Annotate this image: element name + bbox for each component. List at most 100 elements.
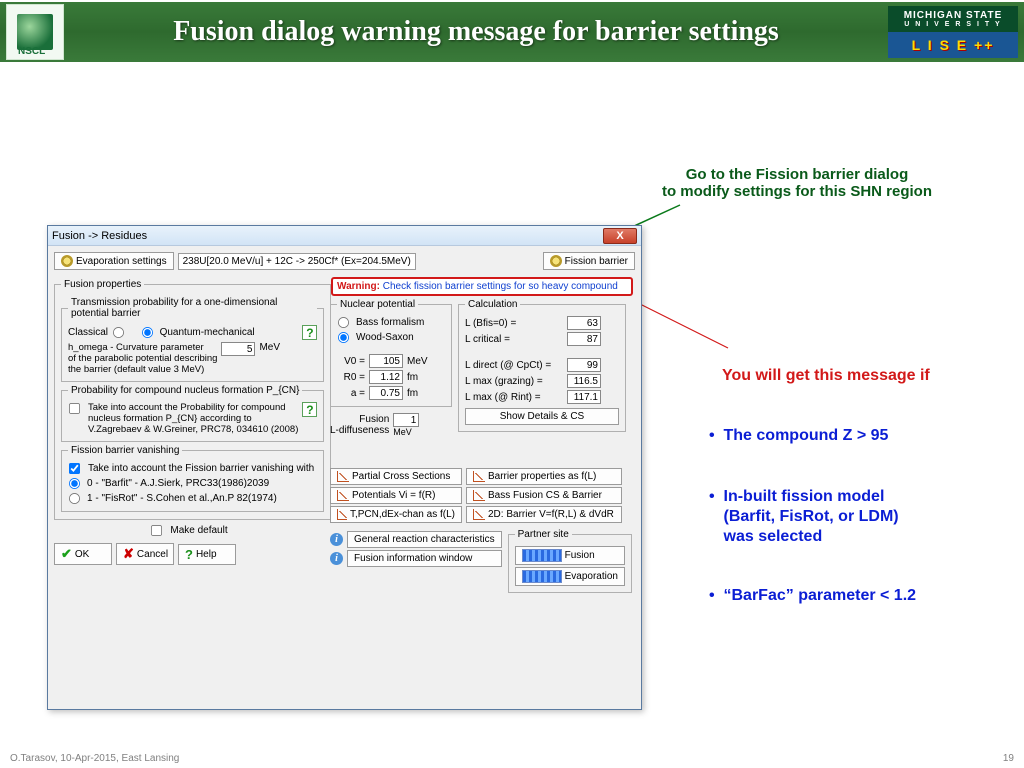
homega-l3: the barrier (default value 3 MeV)	[68, 364, 217, 375]
ldiff-input[interactable]: 1	[393, 413, 419, 427]
check-icon: ✔	[61, 546, 72, 562]
help-icon[interactable]: ?	[302, 402, 317, 417]
calculation-group: Calculation L (Bfis=0) =63 L critical =8…	[458, 299, 626, 432]
homega-l2: of the parabolic potential describing	[68, 353, 217, 364]
bullet-2: • In-built fission model • (Barfit, FisR…	[709, 487, 899, 547]
help-icon[interactable]: ?	[302, 325, 317, 340]
twod-label: 2D: Barrier V=f(R,L) & dVdR	[488, 509, 614, 520]
nscl-mark-icon	[17, 14, 53, 50]
tpcn-label: T,PCN,dEx-chan as f(L)	[350, 509, 455, 520]
ws-label: Wood-Saxon	[356, 332, 414, 343]
fbv-legend: Fission barrier vanishing	[68, 445, 182, 456]
gear-icon	[550, 255, 562, 267]
homega-l1: h_omega - Curvature parameter	[68, 342, 217, 353]
general-reaction-button[interactable]: General reaction characteristics	[347, 531, 502, 548]
show-details-button[interactable]: Show Details & CS	[465, 408, 619, 425]
stripe-icon	[522, 549, 562, 562]
partner-legend: Partner site	[515, 529, 572, 540]
v0-label: V0 =	[337, 356, 365, 367]
nscl-logo: NSCL	[6, 4, 64, 60]
evaporation-settings-button[interactable]: Evaporation settings	[54, 252, 174, 270]
pcn-checkbox[interactable]	[69, 403, 80, 414]
homega-input[interactable]: 5	[221, 342, 255, 356]
partner-fusion-label: Fusion	[565, 550, 595, 561]
classical-label: Classical	[68, 327, 108, 338]
info-icon: i	[330, 552, 343, 565]
fm-unit: fm	[407, 388, 418, 399]
fbv-opt1-label: 1 - "FisRot" - S.Cohen et al.,An.P 82(19…	[87, 493, 277, 504]
cancel-button[interactable]: ✘Cancel	[116, 543, 174, 565]
fbv-opt0-label: 0 - "Barfit" - A.J.Sierk, PRC33(1986)203…	[87, 478, 269, 489]
lcrit-label: L critical =	[465, 334, 563, 345]
r0-input[interactable]: 1.12	[369, 370, 403, 384]
cancel-label: Cancel	[137, 549, 168, 560]
partner-evaporation-button[interactable]: Evaporation	[515, 567, 625, 586]
nscl-text: NSCL	[18, 46, 45, 57]
question-icon: ?	[185, 547, 193, 562]
slide-title: Fusion dialog warning message for barrie…	[64, 16, 888, 48]
bullet-dot-icon: •	[709, 488, 724, 505]
lgraz-label: L max (grazing) =	[465, 376, 563, 387]
ws-radio[interactable]	[338, 332, 349, 343]
lbfis-value: 63	[567, 316, 601, 330]
fbv-opt0-radio[interactable]	[69, 478, 80, 489]
v0-input[interactable]: 105	[369, 354, 403, 368]
fbv-chk-label: Take into account the Fission barrier va…	[88, 463, 314, 474]
close-button[interactable]: X	[603, 228, 637, 244]
bass-fusion-button[interactable]: Bass Fusion CS & Barrier	[466, 487, 622, 504]
potentials-button[interactable]: Potentials Vi = f(R)	[330, 487, 462, 504]
bass-radio[interactable]	[338, 317, 349, 328]
2d-barrier-button[interactable]: 2D: Barrier V=f(R,L) & dVdR	[466, 506, 622, 523]
footer-left: O.Tarasov, 10-Apr-2015, East Lansing	[10, 753, 179, 764]
close-icon: ✘	[123, 546, 134, 562]
a-label: a =	[337, 388, 365, 399]
transmission-probability-group: Transmission probability for a one-dimen…	[61, 297, 324, 382]
potentials-label: Potentials Vi = f(R)	[352, 490, 435, 501]
gear-icon	[61, 255, 73, 267]
classical-radio[interactable]	[113, 327, 124, 338]
bassfus-label: Bass Fusion CS & Barrier	[488, 490, 602, 501]
bullet-1: • The compound Z > 95	[709, 427, 888, 445]
quantum-radio[interactable]	[142, 327, 153, 338]
help-button[interactable]: ?Help	[178, 544, 236, 565]
info-icon: i	[330, 533, 343, 546]
dialog-titlebar: Fusion -> Residues X	[48, 226, 641, 246]
make-default-label: Make default	[170, 525, 227, 536]
chart-icon	[337, 509, 347, 520]
fusion-info-button[interactable]: Fusion information window	[347, 550, 502, 567]
annotation-goto-l1: Go to the Fission barrier dialog	[637, 166, 957, 183]
make-default-checkbox[interactable]	[151, 525, 162, 536]
nucpot-legend: Nuclear potential	[337, 299, 418, 310]
transprob-legend: Transmission probability for a one-dimen…	[68, 297, 317, 319]
partner-fusion-button[interactable]: Fusion	[515, 546, 625, 565]
lrint-label: L max (@ Rint) =	[465, 392, 563, 403]
r0-label: R0 =	[337, 372, 365, 383]
lgraz-value: 116.5	[567, 374, 601, 388]
mev-unit: MeV	[407, 356, 428, 367]
ok-button[interactable]: ✔OK	[54, 543, 112, 565]
warning-label: Warning:	[337, 281, 380, 292]
ldir-label: L direct (@ CpCt) =	[465, 360, 563, 371]
a-input[interactable]: 0.75	[369, 386, 403, 400]
warning-banner: Warning: Check fission barrier settings …	[331, 277, 633, 296]
partial-cs-button[interactable]: Partial Cross Sections	[330, 468, 462, 485]
chart-icon	[473, 471, 485, 482]
chart-icon	[337, 471, 349, 482]
barrier-properties-button[interactable]: Barrier properties as f(L)	[466, 468, 622, 485]
ldiff-l2: L-diffuseness	[330, 425, 389, 436]
lbfis-label: L (Bfis=0) =	[465, 318, 563, 329]
fission-barrier-button[interactable]: Fission barrier	[543, 252, 635, 270]
fusion-residues-dialog: Fusion -> Residues X Evaporation setting…	[47, 225, 642, 710]
chart-icon	[337, 490, 349, 501]
dialog-toolbar: Evaporation settings 238U[20.0 MeV/u] + …	[54, 252, 635, 270]
tpcn-button[interactable]: T,PCN,dEx-chan as f(L)	[330, 506, 462, 523]
slide-footer: O.Tarasov, 10-Apr-2015, East Lansing 19	[0, 748, 1024, 768]
quantum-label: Quantum-mechanical	[160, 327, 255, 338]
fbv-opt1-radio[interactable]	[69, 493, 80, 504]
fbv-checkbox[interactable]	[69, 463, 80, 474]
msu-subtext: U N I V E R S I T Y	[904, 21, 1001, 28]
dialog-title: Fusion -> Residues	[52, 230, 603, 242]
fm-unit: fm	[407, 372, 418, 383]
fission-barrier-vanishing-group: Fission barrier vanishing Take into acco…	[61, 445, 324, 512]
ok-label: OK	[75, 549, 89, 560]
